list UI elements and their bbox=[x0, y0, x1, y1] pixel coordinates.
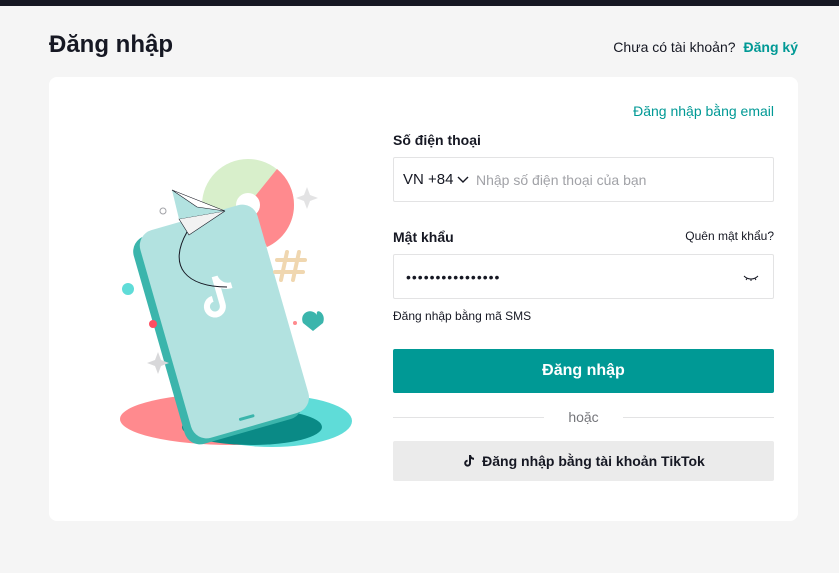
phone-field: VN +84 bbox=[393, 157, 774, 202]
password-label: Mật khẩu bbox=[393, 229, 454, 245]
country-code-select[interactable]: VN +84 bbox=[394, 171, 476, 188]
eye-closed-icon[interactable] bbox=[743, 269, 759, 290]
country-code-value: VN +84 bbox=[403, 171, 454, 188]
or-text: hoặc bbox=[568, 409, 599, 425]
phone-label: Số điện thoại bbox=[393, 132, 481, 148]
email-login-link[interactable]: Đăng nhập bằng email bbox=[633, 103, 774, 119]
chevron-down-icon bbox=[457, 176, 469, 183]
top-bar bbox=[0, 0, 839, 6]
login-button[interactable]: Đăng nhập bbox=[393, 349, 774, 393]
divider-line-left bbox=[393, 416, 545, 418]
password-input[interactable] bbox=[394, 268, 724, 285]
phone-input[interactable] bbox=[476, 171, 756, 188]
divider-line-right bbox=[622, 416, 775, 418]
phone-illustration bbox=[117, 147, 357, 457]
tiktok-login-label: Đăng nhập bằng tài khoản TikTok bbox=[482, 453, 705, 469]
password-field bbox=[393, 254, 774, 299]
tiktok-icon bbox=[464, 455, 475, 467]
page-title: Đăng nhập bbox=[49, 31, 173, 58]
no-account-text: Chưa có tài khoản? bbox=[613, 39, 736, 55]
login-form: Đăng nhập bằng email Số điện thoại VN +8… bbox=[393, 77, 775, 521]
signup-row: Chưa có tài khoản? Đăng ký bbox=[613, 39, 798, 55]
or-divider: hoặc bbox=[393, 407, 775, 427]
signup-link[interactable]: Đăng ký bbox=[744, 39, 798, 55]
forgot-password-link[interactable]: Quên mật khẩu? bbox=[685, 229, 774, 243]
tiktok-login-button[interactable]: Đăng nhập bằng tài khoản TikTok bbox=[393, 441, 774, 481]
login-card: Đăng nhập bằng email Số điện thoại VN +8… bbox=[49, 77, 798, 521]
sms-login-link[interactable]: Đăng nhập bằng mã SMS bbox=[393, 309, 531, 323]
